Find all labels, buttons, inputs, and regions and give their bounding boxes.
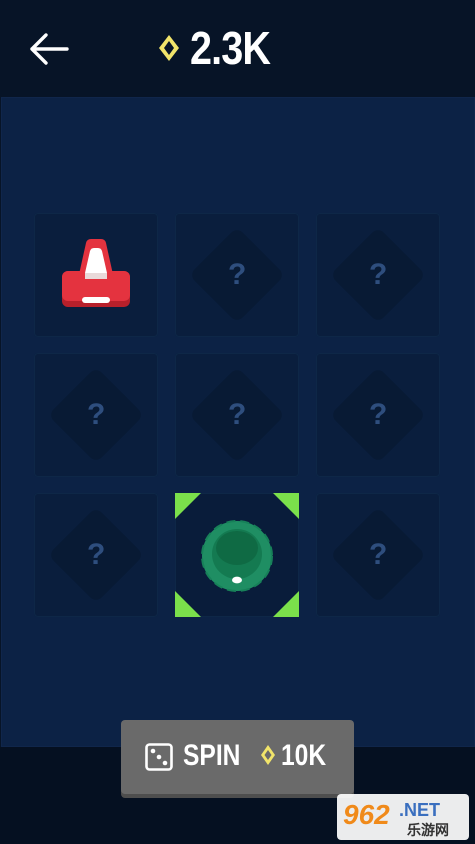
selection-corner-bottom-right bbox=[273, 591, 299, 617]
green-puck-icon bbox=[201, 520, 273, 592]
currency-display: 2.3K bbox=[158, 20, 283, 76]
tile-revealed[interactable] bbox=[34, 213, 158, 337]
tile-selected[interactable] bbox=[175, 493, 299, 617]
selection-corner-top-right bbox=[273, 493, 299, 519]
arrow-left-icon bbox=[30, 33, 69, 65]
selection-corner-top-left bbox=[175, 493, 201, 519]
tile-mystery[interactable]: ? bbox=[175, 353, 299, 477]
question-mark: ? bbox=[227, 257, 247, 291]
question-mark: ? bbox=[368, 257, 388, 291]
diamond-gem-icon bbox=[159, 35, 179, 61]
question-mark: ? bbox=[86, 537, 106, 571]
watermark-logo: 962 .NET 乐游网 bbox=[337, 794, 469, 840]
mystery-diamond: ? bbox=[188, 366, 286, 464]
spin-label: SPIN bbox=[183, 739, 241, 772]
mystery-diamond: ? bbox=[47, 366, 145, 464]
dice-icon bbox=[145, 743, 173, 771]
tile-mystery[interactable]: ? bbox=[34, 493, 158, 617]
watermark-number: 962 bbox=[343, 799, 390, 830]
mystery-diamond: ? bbox=[329, 366, 427, 464]
spin-cost: 10K bbox=[281, 739, 327, 772]
mystery-diamond: ? bbox=[329, 226, 427, 324]
question-mark: ? bbox=[368, 397, 388, 431]
mystery-diamond: ? bbox=[188, 226, 286, 324]
watermark-chinese: 乐游网 bbox=[407, 822, 449, 839]
tile-mystery[interactable]: ? bbox=[316, 213, 440, 337]
diamond-gem-icon bbox=[261, 745, 275, 765]
question-mark: ? bbox=[368, 537, 388, 571]
top-bar: 2.3K bbox=[0, 0, 475, 96]
back-button[interactable] bbox=[24, 26, 72, 72]
tile-mystery[interactable]: ? bbox=[175, 213, 299, 337]
mystery-diamond: ? bbox=[329, 506, 427, 604]
selection-corner-bottom-left bbox=[175, 591, 201, 617]
watermark-suffix: .NET bbox=[399, 800, 440, 820]
mystery-diamond: ? bbox=[47, 506, 145, 604]
tile-mystery[interactable]: ? bbox=[316, 493, 440, 617]
tile-mystery[interactable]: ? bbox=[34, 353, 158, 477]
question-mark: ? bbox=[86, 397, 106, 431]
board-panel: ? ? ? ? ? ? ? bbox=[1, 97, 475, 747]
question-mark: ? bbox=[227, 397, 247, 431]
spin-button[interactable]: SPIN 10K bbox=[121, 720, 354, 794]
red-traffic-cone-icon bbox=[62, 239, 130, 307]
game-screen: 2.3K ? ? ? ? ? ? ? SPIN 10K 962 .NET 乐游网 bbox=[0, 0, 475, 844]
currency-amount: 2.3K bbox=[190, 22, 271, 74]
tile-mystery[interactable]: ? bbox=[316, 353, 440, 477]
